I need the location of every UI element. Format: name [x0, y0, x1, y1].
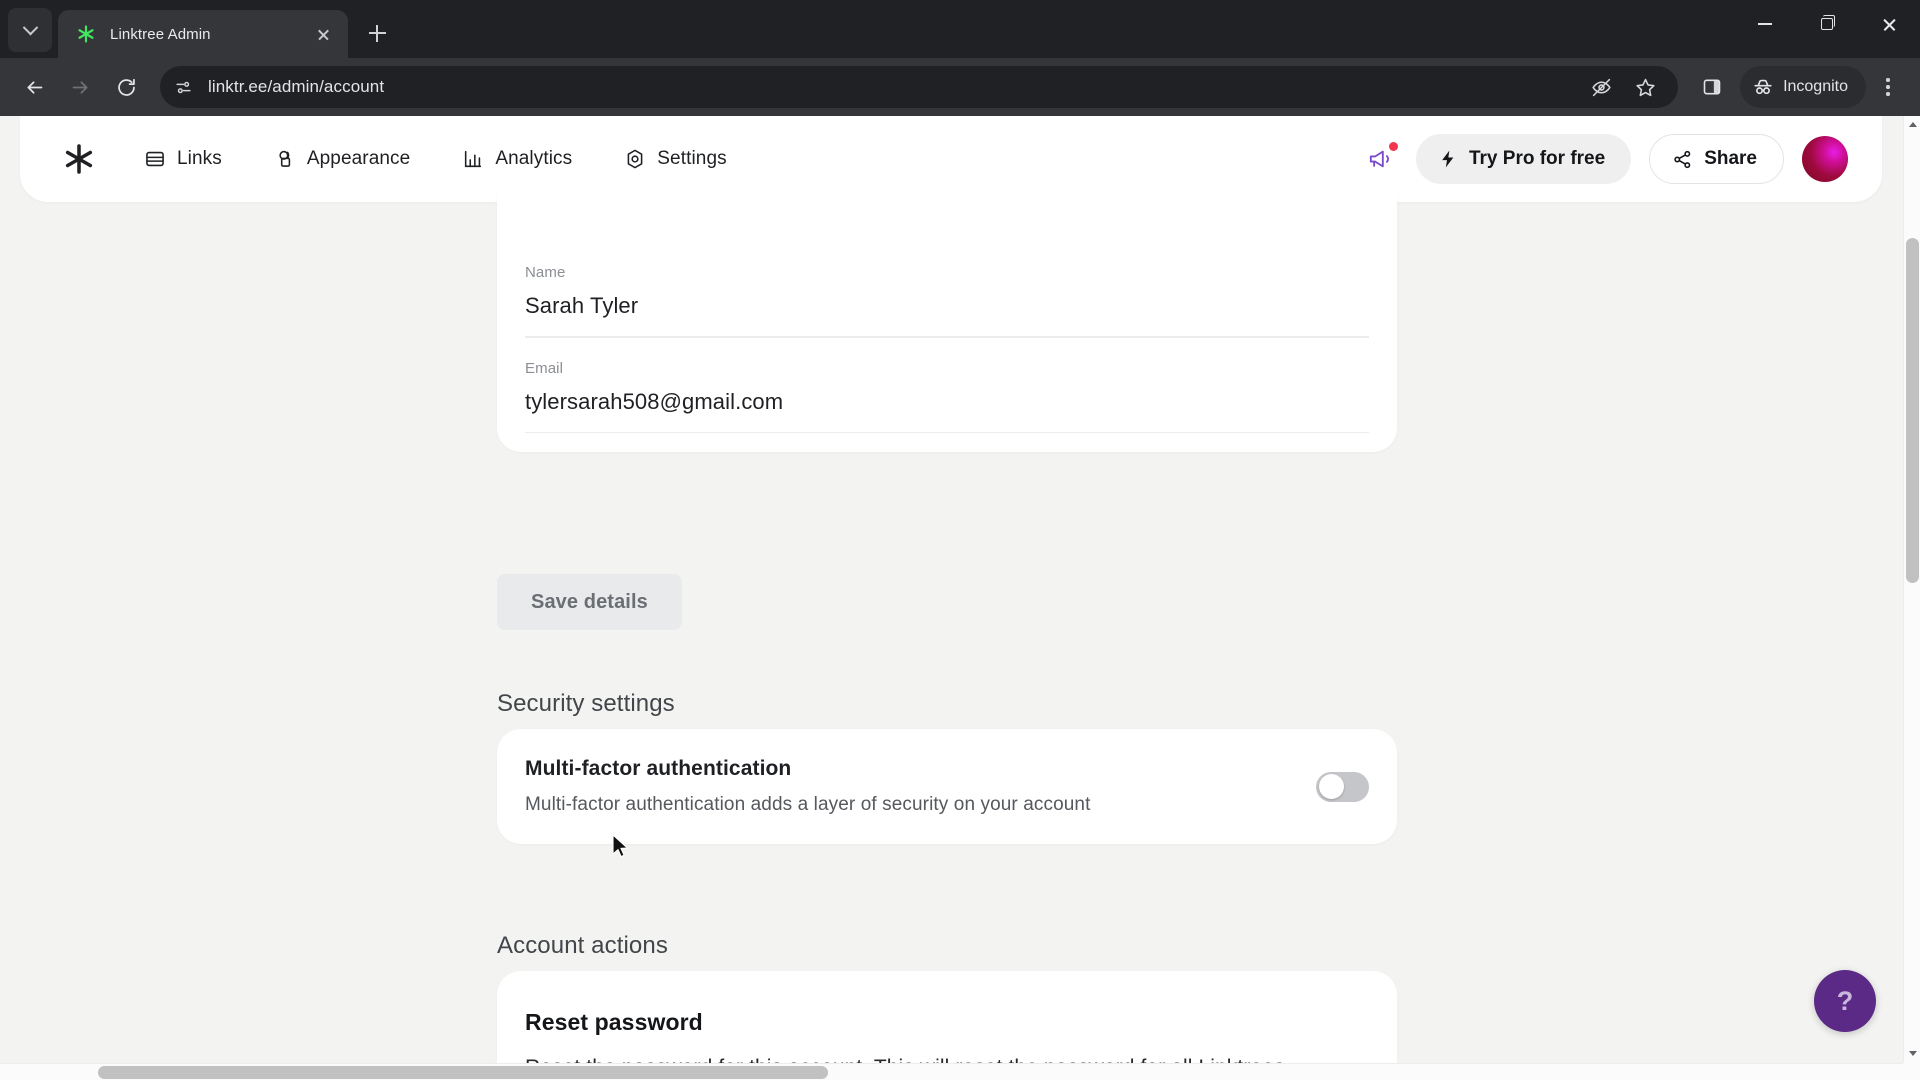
window-controls — [1734, 0, 1920, 48]
name-field-group: Name Sarah Tyler — [497, 192, 1397, 338]
account-actions-title: Account actions — [497, 932, 668, 959]
save-details-row: Save details — [497, 574, 1397, 630]
browser-toolbar: linktr.ee/admin/account Incognito — [0, 58, 1920, 116]
email-label: Email — [525, 359, 564, 377]
kebab-menu-icon[interactable] — [1868, 65, 1908, 109]
links-list-icon — [144, 148, 166, 170]
email-input[interactable]: tylersarah508@gmail.com — [525, 389, 1369, 415]
nav-label-links: Links — [177, 148, 222, 169]
mfa-description: Multi-factor authentication adds a layer… — [525, 794, 1091, 815]
star-icon[interactable] — [1628, 70, 1662, 104]
eye-slash-icon[interactable] — [1584, 70, 1618, 104]
security-settings-title: Security settings — [497, 690, 675, 717]
maximize-icon[interactable] — [1796, 0, 1858, 48]
mouse-cursor — [612, 834, 629, 858]
horizontal-scrollbar-thumb[interactable] — [98, 1066, 828, 1079]
tab-search-chevron-icon[interactable] — [8, 8, 52, 52]
page-settings-icon[interactable] — [166, 70, 200, 104]
mfa-texts: Multi-factor authentication Multi-factor… — [525, 757, 1316, 816]
mfa-row: Multi-factor authentication Multi-factor… — [497, 757, 1397, 816]
appearance-shapes-icon — [274, 148, 296, 170]
app-nav: Links Appearance Analytics Settings — [134, 140, 737, 178]
side-panel-icon[interactable] — [1690, 65, 1734, 109]
account-details-card: Name Sarah Tyler Email tylersarah508@gma… — [497, 192, 1397, 452]
new-tab-plus-icon[interactable] — [356, 12, 398, 54]
mfa-toggle-knob — [1319, 774, 1344, 799]
mfa-title: Multi-factor authentication — [525, 757, 792, 780]
reload-icon[interactable] — [104, 65, 148, 109]
linktree-logo-icon[interactable] — [58, 138, 100, 180]
tab-title: Linktree Admin — [110, 25, 211, 43]
nav-item-appearance[interactable]: Appearance — [264, 140, 420, 178]
mfa-toggle[interactable] — [1316, 771, 1369, 802]
share-button[interactable]: Share — [1649, 134, 1784, 184]
page-viewport: Links Appearance Analytics Settings Try … — [0, 116, 1920, 1080]
incognito-hat-icon — [1752, 76, 1774, 98]
chevron-down-icon — [22, 19, 38, 35]
mfa-card: Multi-factor authentication Multi-factor… — [497, 729, 1397, 844]
share-label: Share — [1704, 148, 1757, 169]
avatar[interactable] — [1802, 136, 1848, 182]
nav-item-settings[interactable]: Settings — [614, 140, 736, 178]
nav-item-analytics[interactable]: Analytics — [452, 140, 582, 178]
scroll-down-icon[interactable] — [1904, 1045, 1920, 1062]
minimize-icon[interactable] — [1734, 0, 1796, 48]
help-label: ? — [1836, 985, 1854, 1016]
name-input[interactable]: Sarah Tyler — [525, 293, 1369, 319]
forward-arrow-icon — [58, 65, 102, 109]
save-details-label: Save details — [531, 590, 648, 613]
help-button[interactable]: ? — [1814, 970, 1876, 1032]
nav-label-analytics: Analytics — [495, 148, 573, 169]
back-arrow-icon[interactable] — [12, 65, 56, 109]
email-field-group: Email tylersarah508@gmail.com — [497, 338, 1397, 433]
main-content: Name Sarah Tyler Email tylersarah508@gma… — [0, 192, 1902, 1080]
reset-password-title: Reset password — [525, 1009, 703, 1035]
email-underline — [525, 431, 1369, 433]
browser-tab[interactable]: Linktree Admin — [58, 10, 348, 58]
security-settings-heading: Security settings — [497, 690, 1397, 718]
settings-gear-icon — [624, 148, 646, 170]
scroll-up-icon[interactable] — [1904, 116, 1920, 133]
notification-badge — [1388, 142, 1398, 151]
linktree-asterisk-icon — [76, 24, 96, 44]
nav-item-links[interactable]: Links — [134, 140, 232, 178]
vertical-scrollbar-thumb[interactable] — [1906, 238, 1919, 583]
tab-strip: Linktree Admin — [0, 0, 1920, 58]
announcements-button[interactable] — [1362, 141, 1398, 177]
lightning-bolt-icon — [1438, 148, 1458, 170]
nav-label-appearance: Appearance — [306, 148, 411, 169]
incognito-indicator[interactable]: Incognito — [1740, 66, 1866, 108]
close-icon[interactable] — [1858, 0, 1920, 48]
save-details-button[interactable]: Save details — [497, 574, 682, 630]
analytics-bars-icon — [462, 148, 484, 170]
scrollbar-corner — [1903, 1063, 1920, 1080]
account-actions-heading: Account actions — [497, 932, 1397, 960]
url-text: linktr.ee/admin/account — [208, 77, 385, 96]
vertical-scrollbar[interactable] — [1903, 116, 1920, 1080]
horizontal-scrollbar[interactable] — [0, 1063, 1903, 1080]
incognito-label: Incognito — [1783, 78, 1848, 95]
name-label: Name — [525, 264, 566, 281]
share-nodes-icon — [1672, 149, 1693, 170]
browser-window: Linktree Admin linktr.ee/admin/account I… — [0, 0, 1920, 1080]
try-pro-label: Try Pro for free — [1468, 148, 1606, 169]
app-header: Links Appearance Analytics Settings Try … — [20, 116, 1882, 202]
tab-close-icon[interactable] — [310, 21, 336, 47]
address-bar[interactable]: linktr.ee/admin/account — [160, 66, 1679, 108]
nav-label-settings: Settings — [657, 148, 727, 169]
try-pro-button[interactable]: Try Pro for free — [1415, 134, 1632, 184]
header-actions: Try Pro for free Share — [1362, 134, 1848, 184]
